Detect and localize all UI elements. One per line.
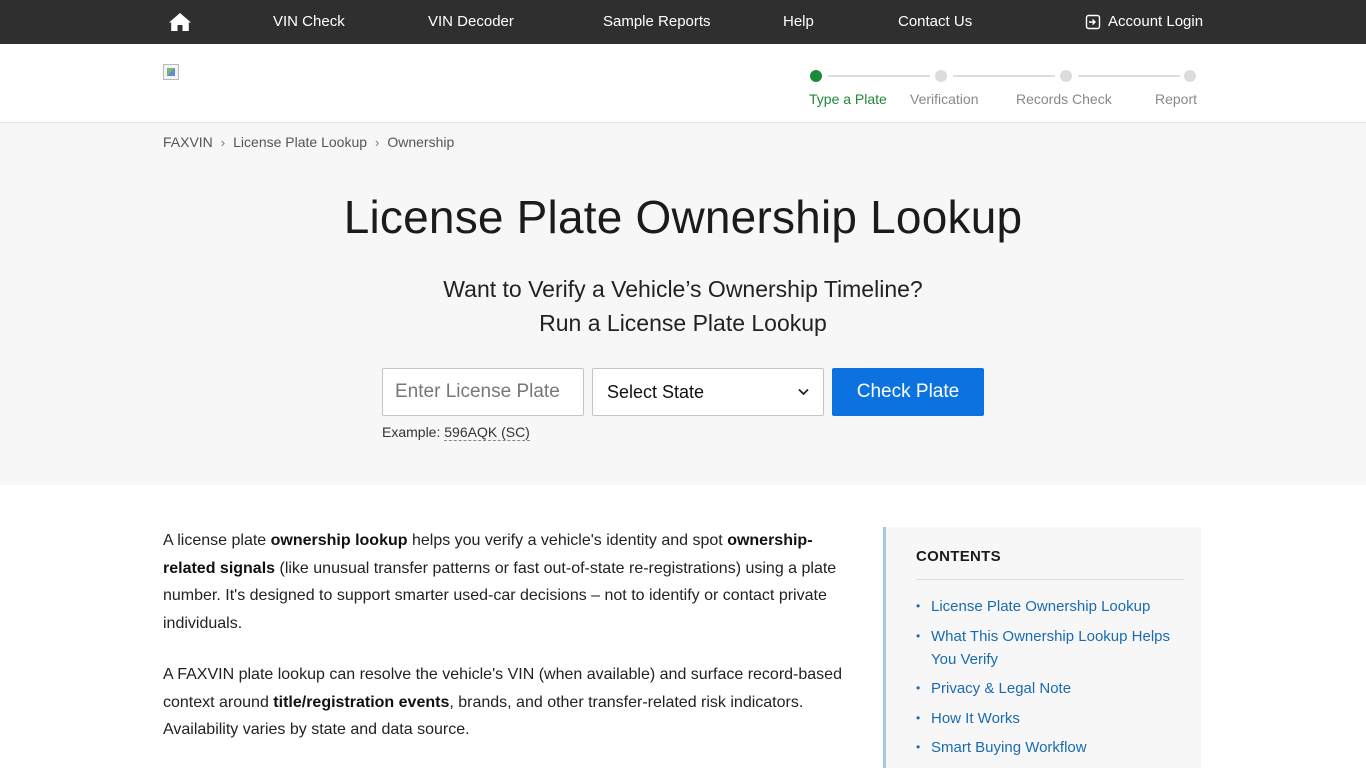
breadcrumb-current: Ownership xyxy=(387,134,455,150)
paragraph-bold-text: ownership lookup xyxy=(270,532,408,549)
toc-item[interactable]: How It Works xyxy=(916,707,1184,730)
article-body: A license plate ownership lookup helps y… xyxy=(163,527,853,768)
toc-item[interactable]: What This Ownership Lookup Helps You Ver… xyxy=(916,625,1184,671)
step-dot-type-a-plate xyxy=(810,70,822,82)
top-nav: VIN Check VIN Decoder Sample Reports Hel… xyxy=(0,0,1366,44)
site-header: Type a Plate Verification Records Check … xyxy=(0,44,1366,123)
breadcrumb-separator: › xyxy=(375,134,380,150)
hero-subtitle: Want to Verify a Vehicle’s Ownership Tim… xyxy=(0,272,1366,340)
state-select-value: Select State xyxy=(607,381,705,402)
nav-contact-us[interactable]: Contact Us xyxy=(898,0,972,44)
progress-steps: Type a Plate Verification Records Check … xyxy=(0,44,1366,123)
step-label-verification: Verification xyxy=(910,91,979,107)
step-label-report: Report xyxy=(1155,91,1198,107)
check-plate-button[interactable]: Check Plate xyxy=(832,368,984,416)
step-connector xyxy=(953,75,1055,77)
hero-subtitle-line-1: Want to Verify a Vehicle’s Ownership Tim… xyxy=(443,276,923,302)
hero-section: FAXVIN › License Plate Lookup › Ownershi… xyxy=(0,123,1366,485)
toc-item[interactable]: License Plate Ownership Lookup xyxy=(916,595,1184,618)
nav-vin-decoder[interactable]: VIN Decoder xyxy=(428,0,514,44)
toc-title: CONTENTS xyxy=(916,548,1001,565)
hero-subtitle-line-2: Run a License Plate Lookup xyxy=(539,310,827,336)
step-dot-report xyxy=(1184,70,1196,82)
table-of-contents: CONTENTS License Plate Ownership Lookup … xyxy=(883,527,1201,768)
nav-vin-check[interactable]: VIN Check xyxy=(273,0,345,44)
step-label-records-check: Records Check xyxy=(1016,91,1112,107)
home-link[interactable] xyxy=(167,0,193,44)
example-value-link[interactable]: 596AQK (SC) xyxy=(444,424,530,441)
article-paragraph: A FAXVIN plate lookup can resolve the ve… xyxy=(163,661,853,744)
example-hint: Example: 596AQK (SC) xyxy=(382,424,530,441)
nav-sample-reports[interactable]: Sample Reports xyxy=(603,0,711,44)
toc-item[interactable]: Smart Buying Workflow xyxy=(916,736,1184,759)
account-login-link[interactable]: Account Login xyxy=(1085,0,1203,44)
step-label-type-a-plate: Type a Plate xyxy=(809,91,887,107)
login-icon xyxy=(1085,14,1101,30)
breadcrumb-license-plate-lookup[interactable]: License Plate Lookup xyxy=(233,134,367,150)
paragraph-bold-text: title/registration events xyxy=(273,693,450,711)
step-connector xyxy=(1078,75,1180,77)
breadcrumb-separator: › xyxy=(220,134,226,150)
license-plate-input[interactable] xyxy=(382,368,584,416)
toc-list: License Plate Ownership Lookup What This… xyxy=(916,595,1184,766)
article-paragraph: A license plate ownership lookup helps y… xyxy=(163,527,853,637)
step-dot-verification xyxy=(935,70,947,82)
account-login-label: Account Login xyxy=(1108,13,1204,30)
paragraph-text: helps you verify a vehicle's identity an… xyxy=(407,532,728,549)
nav-help[interactable]: Help xyxy=(783,0,814,44)
home-icon xyxy=(169,13,191,31)
toc-divider xyxy=(916,579,1184,580)
example-label: Example: xyxy=(382,424,441,440)
chevron-down-icon xyxy=(798,388,809,396)
paragraph-text: A license plate xyxy=(163,532,271,549)
page-title: License Plate Ownership Lookup xyxy=(343,191,1023,243)
step-dot-records-check xyxy=(1060,70,1072,82)
step-connector xyxy=(828,75,930,77)
breadcrumb-faxvin[interactable]: FAXVIN xyxy=(163,134,213,150)
toc-item[interactable]: Privacy & Legal Note xyxy=(916,677,1184,700)
state-select[interactable]: Select State xyxy=(592,368,824,416)
breadcrumb: FAXVIN › License Plate Lookup › Ownershi… xyxy=(163,134,454,150)
